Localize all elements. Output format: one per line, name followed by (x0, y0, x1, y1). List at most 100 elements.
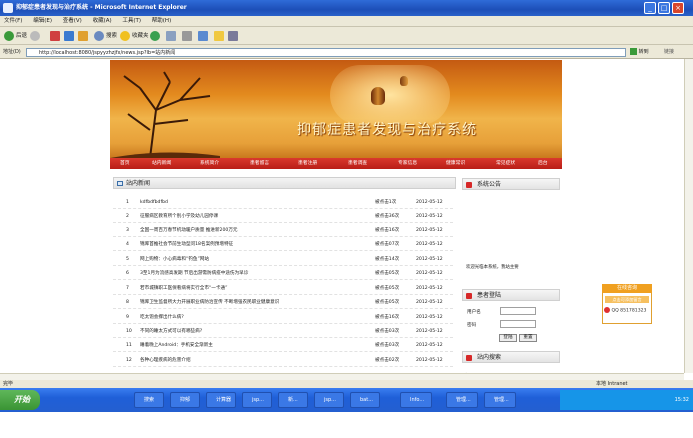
qq-number[interactable]: QQ 851781323 (604, 307, 652, 314)
search-icon (466, 355, 472, 361)
news-title-link[interactable]: 若市城镇职工医保看病将实行全市“一卡通” (140, 283, 370, 295)
go-arrow-icon (630, 48, 637, 55)
start-button[interactable]: 开始 (0, 390, 40, 410)
clock: 15:32 (674, 397, 689, 403)
minimize-button[interactable]: _ (644, 2, 656, 14)
news-row[interactable]: 11 睡着晚上Android：手机安全渐新主 被点击03次 2012-05-12 (113, 340, 453, 352)
system-tray: 15:32 (560, 390, 693, 410)
address-input[interactable]: http://localhost:8080/jspyyzhzjfx/news.j… (26, 48, 626, 57)
taskbar-item[interactable]: bat... (350, 392, 380, 408)
maximize-button[interactable]: □ (658, 2, 670, 14)
taskbar-item[interactable]: 搜索 (134, 392, 164, 408)
back-arrow-icon (4, 30, 14, 41)
menu-file[interactable]: 文件(F) (4, 18, 22, 24)
login-panel-header: 患者登陆 (462, 289, 560, 301)
menu-bar: 文件(F) 编辑(E) 查看(V) 收藏(A) 工具(T) 帮助(H) (0, 16, 693, 27)
window-title: 抑郁症患者发现与治疗系统 - Microsoft Internet Explor… (16, 4, 187, 11)
ie-icon (3, 3, 13, 13)
folder-icon (214, 30, 224, 41)
screen-margin (0, 412, 693, 438)
news-title-link[interactable]: 锦库首推社会节前生动型问18名案例预增特征 (140, 239, 370, 251)
news-row[interactable]: 5 网上购物：小心病毒和“钓鱼”网站 被点击14次 2012-05-12 (113, 254, 453, 266)
news-title-link[interactable]: kdfbdfbdfbd (140, 197, 370, 209)
news-row[interactable]: 1 kdfbdfbdfbd 被点击1次 2012-05-12 (113, 197, 453, 209)
username-field[interactable] (500, 307, 536, 315)
search-button[interactable]: 搜索 (94, 30, 117, 42)
menu-help[interactable]: 帮助(H) (152, 18, 171, 24)
nav-home[interactable]: 首页 (120, 158, 130, 169)
news-title-link[interactable]: 睡着晚上Android：手机安全渐新主 (140, 340, 370, 352)
news-row[interactable]: 12 各种心理疾病的危害介绍 被点击02次 2012-05-12 (113, 355, 453, 367)
news-row[interactable]: 9 吃太饱会撑出什么病? 被点击16次 2012-05-12 (113, 312, 453, 324)
qq-float-leave-message[interactable]: 点击可添加留言 (605, 296, 649, 303)
folder-button[interactable] (214, 30, 226, 42)
search-icon (94, 30, 104, 41)
status-bar: 完毕 本地 Intranet (0, 380, 693, 388)
home-button[interactable] (78, 30, 90, 42)
links-label[interactable]: 链接 (664, 48, 674, 57)
news-title-link[interactable]: 不同的睡太方式可以有哪些病? (140, 326, 370, 338)
nav-experts[interactable]: 专家信息 (398, 158, 417, 169)
taskbar-item[interactable]: 计算器 (206, 392, 236, 408)
notice-icon (466, 182, 472, 188)
nav-health[interactable]: 健康常识 (446, 158, 465, 169)
tree-silhouette-icon (110, 71, 220, 158)
news-title-link[interactable]: 各种心理疾病的危害介绍 (140, 355, 370, 367)
news-title-link[interactable]: 3至1月为流感高发期 节后出游需防病疫中途伤为早诊 (140, 268, 370, 280)
news-row[interactable]: 6 3至1月为流感高发期 节后出游需防病疫中途伤为早诊 被点击05次 2012-05-… (113, 268, 453, 280)
menu-edit[interactable]: 编辑(E) (33, 18, 52, 24)
back-button[interactable]: 后退 (4, 30, 27, 42)
status-zone: 本地 Intranet (596, 381, 628, 387)
reset-button[interactable]: 重置 (519, 334, 537, 342)
taskbar-item[interactable]: 管理... (446, 392, 478, 408)
news-title-link[interactable]: 全国一周百万春节机动暖户质量 推进新200万元 (140, 225, 370, 237)
menu-favorites[interactable]: 收藏(A) (93, 18, 112, 24)
password-field[interactable] (500, 320, 536, 328)
print-icon (182, 30, 192, 41)
qq-icon (604, 307, 610, 313)
messenger-button[interactable] (228, 30, 240, 42)
vertical-scrollbar[interactable] (684, 59, 693, 373)
news-row[interactable]: 4 锦库首推社会节前生动型问18名案例预增特征 被点击07次 2012-05-12 (113, 239, 453, 251)
horizontal-scrollbar[interactable] (0, 373, 684, 380)
news-row[interactable]: 2 征服病区教育所个别小学及幼儿园停课 被点击36次 2012-05-12 (113, 211, 453, 223)
go-button[interactable]: 转到 (630, 48, 660, 57)
news-title-link[interactable]: 锦库卫生监督所大力开展职业病防治宣传 不断增强农民职业健康意识 (140, 297, 370, 309)
address-url: http://localhost:8080/jspyyzhzjfx/news.j… (39, 50, 176, 56)
favorites-button[interactable]: 收藏夹 (120, 30, 149, 42)
edit-icon (198, 30, 208, 41)
print-button[interactable] (182, 30, 194, 42)
taskbar-item[interactable]: 抑郁 (170, 392, 200, 408)
menu-view[interactable]: 查看(V) (63, 18, 82, 24)
taskbar-item[interactable]: 管理... (484, 392, 516, 408)
taskbar-item[interactable]: jsp... (314, 392, 344, 408)
news-title-link[interactable]: 网上购物：小心病毒和“钓鱼”网站 (140, 254, 370, 266)
nav-intro[interactable]: 系统简介 (200, 158, 219, 169)
nav-register[interactable]: 患者注册 (298, 158, 317, 169)
taskbar-item[interactable]: 新... (278, 392, 308, 408)
refresh-button[interactable] (64, 30, 76, 42)
news-row[interactable]: 10 不同的睡太方式可以有哪些病? 被点击03次 2012-05-12 (113, 326, 453, 338)
taskbar-item[interactable]: jsp... (242, 392, 272, 408)
toolbar: 后退 搜索 收藏夹 (0, 27, 693, 45)
login-button[interactable]: 登陆 (499, 334, 517, 342)
forward-button[interactable] (30, 30, 42, 42)
news-row[interactable]: 7 若市城镇职工医保看病将实行全市“一卡通” 被点击05次 2012-05-12 (113, 283, 453, 295)
close-button[interactable]: × (672, 2, 684, 14)
status-text: 完毕 (3, 381, 14, 387)
taskbar-item[interactable]: Info... (400, 392, 432, 408)
menu-tools[interactable]: 工具(T) (122, 18, 141, 24)
stop-button[interactable] (50, 30, 62, 42)
news-row[interactable]: 8 锦库卫生监督所大力开展职业病防治宣传 不断增强农民职业健康意识 被点击05次 20… (113, 297, 453, 309)
nav-admin[interactable]: 后台 (538, 158, 548, 169)
nav-messages[interactable]: 患者留言 (250, 158, 269, 169)
mail-button[interactable] (166, 30, 178, 42)
news-title-link[interactable]: 吃太饱会撑出什么病? (140, 312, 370, 324)
news-title-link[interactable]: 征服病区教育所个别小学及幼儿园停课 (140, 211, 370, 223)
history-button[interactable] (150, 30, 162, 42)
nav-survey[interactable]: 患者调查 (348, 158, 367, 169)
news-row[interactable]: 3 全国一周百万春节机动暖户质量 推进新200万元 被点击16次 2012-05-12 (113, 225, 453, 237)
edit-button[interactable] (198, 30, 210, 42)
nav-symptoms[interactable]: 常见症状 (496, 158, 515, 169)
nav-news[interactable]: 站内新闻 (152, 158, 171, 169)
